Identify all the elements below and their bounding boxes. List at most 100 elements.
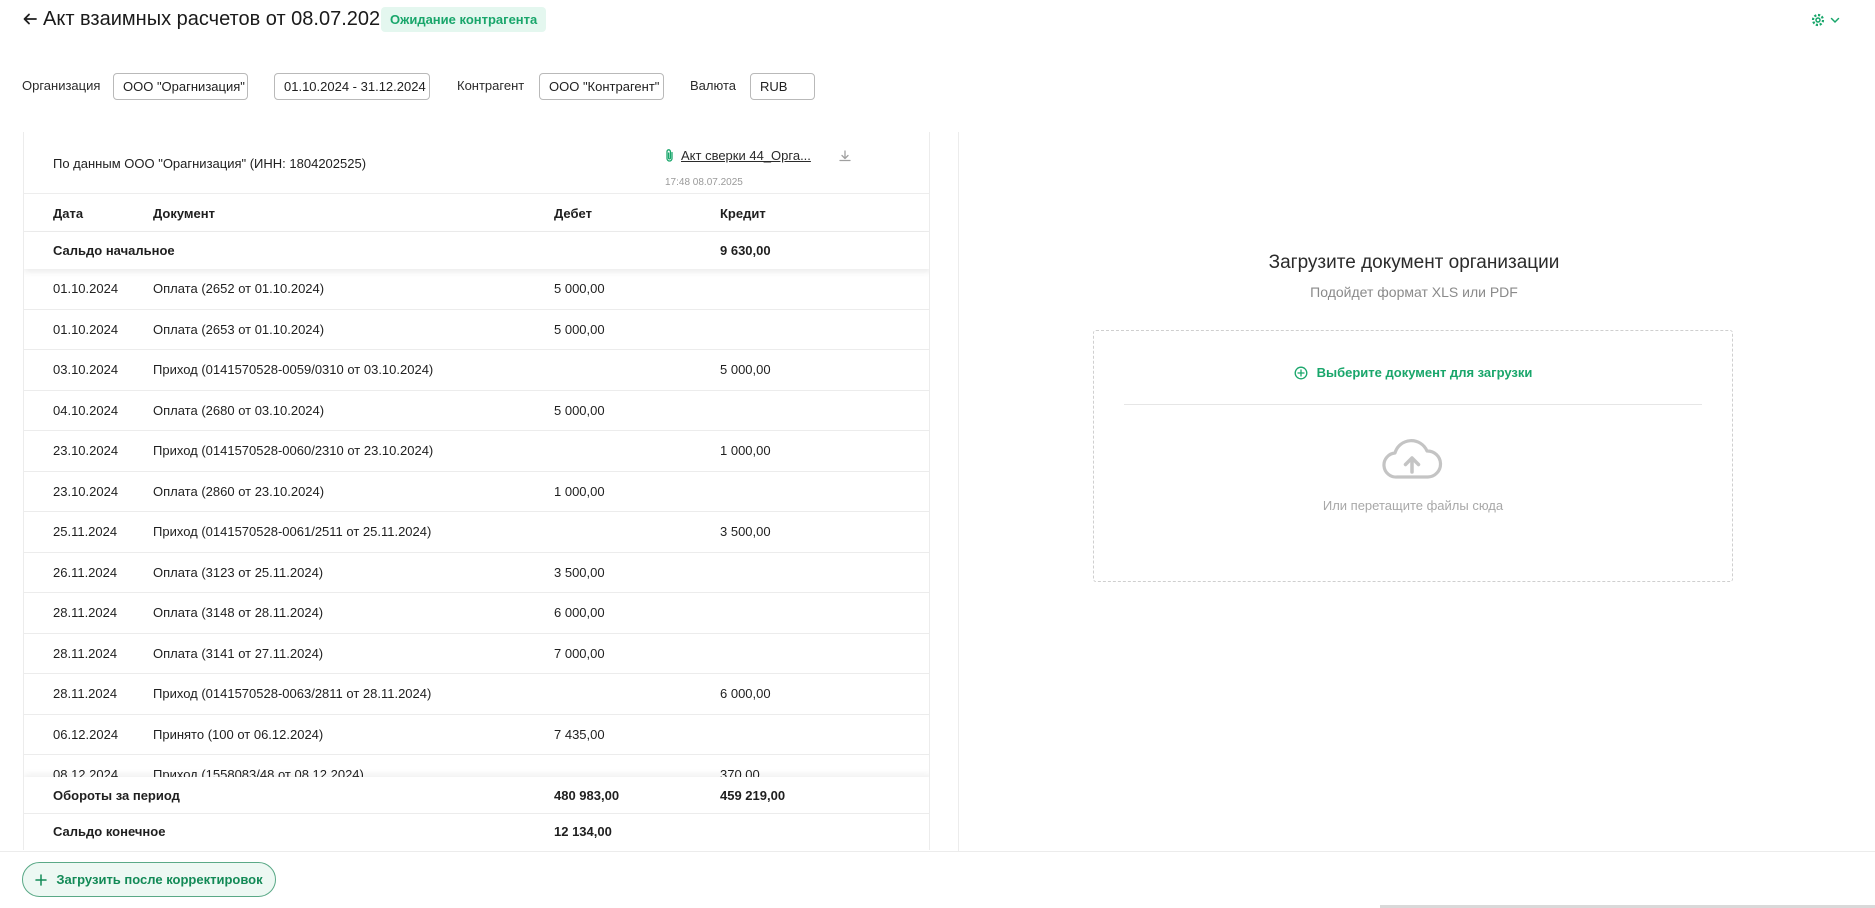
row-debit: 7 435,00 xyxy=(554,726,605,742)
download-icon[interactable] xyxy=(838,149,852,163)
page-header: Акт взаимных расчетов от 08.07.2025 Ожид… xyxy=(0,0,1875,40)
row-credit: 1 000,00 xyxy=(720,443,771,458)
column-credit: Кредит xyxy=(720,206,766,221)
table-row[interactable]: 01.10.2024 Оплата (2652 от 01.10.2024) 5 0… xyxy=(24,269,929,310)
turnover-row: Обороты за период 480 983,00 459 219,00 xyxy=(24,777,929,814)
opening-balance-row: Сальдо начальное 9 630,00 xyxy=(24,232,929,269)
table-row[interactable]: 03.10.2024 Приход (0141570528-0059/0310 о… xyxy=(24,350,929,391)
organization-label: Организация xyxy=(22,78,101,93)
opening-balance-credit: 9 630,00 xyxy=(720,243,771,258)
cloud-upload-icon xyxy=(1382,439,1443,479)
file-timestamp: 17:48 08.07.2025 xyxy=(665,177,743,188)
row-date: 28.11.2024 xyxy=(53,645,118,661)
file-link[interactable]: Акт сверки 44_Орга... xyxy=(664,148,811,163)
row-document: Оплата (3123 от 25.11.2024) xyxy=(153,564,324,580)
row-credit: 370,00 xyxy=(720,767,760,777)
row-date: 28.11.2024 xyxy=(53,686,118,701)
closing-balance-label: Сальдо конечное xyxy=(53,824,166,839)
gear-icon xyxy=(1811,13,1825,27)
table-header: Дата Документ Дебет Кредит xyxy=(24,194,929,232)
reload-button-label: Загрузить после корректировок xyxy=(56,872,263,887)
row-date: 04.10.2024 xyxy=(53,402,119,418)
drop-zone-divider xyxy=(1124,404,1702,405)
currency-select[interactable]: RUB xyxy=(750,73,815,100)
paperclip-icon xyxy=(666,149,673,162)
transactions-list[interactable]: 01.10.2024 Оплата (2652 от 01.10.2024) 5 0… xyxy=(24,269,929,777)
row-document: Приход (1558083/48 от 08.12.2024) xyxy=(153,767,364,777)
row-date: 03.10.2024 xyxy=(53,362,119,377)
row-debit: 7 000,00 xyxy=(554,645,605,661)
row-document: Приход (0141570528-0061/2511 от 25.11.20… xyxy=(153,524,432,539)
turnover-debit: 480 983,00 xyxy=(554,788,620,803)
row-debit: 5 000,00 xyxy=(554,402,605,418)
row-date: 26.11.2024 xyxy=(53,564,118,580)
column-debit: Дебет xyxy=(554,206,592,221)
row-document: Оплата (2860 от 23.10.2024) xyxy=(153,483,325,499)
row-document: Приход (0141570528-0060/2310 от 23.10.20… xyxy=(153,443,434,458)
table-row[interactable]: 01.10.2024 Оплата (2653 от 01.10.2024) 5 0… xyxy=(24,310,929,350)
file-drop-zone[interactable]: Выберите документ для загрузки Или перет… xyxy=(1093,330,1733,582)
choose-document-label: Выберите документ для загрузки xyxy=(1316,365,1533,380)
row-debit: 5 000,00 xyxy=(554,321,605,337)
table-row[interactable]: 23.10.2024 Оплата (2860 от 23.10.2024) 1 0… xyxy=(24,472,929,512)
row-document: Приход (0141570528-0059/0310 от 03.10.20… xyxy=(153,362,434,377)
settings-menu[interactable] xyxy=(1810,10,1842,30)
table-row[interactable]: 26.11.2024 Оплата (3123 от 25.11.2024) 3 5… xyxy=(24,553,929,593)
table-row[interactable]: 25.11.2024 Приход (0141570528-0061/2511 о… xyxy=(24,512,929,553)
panel-title: По данным ООО "Орагнизация" (ИНН: 180420… xyxy=(53,156,367,171)
counterparty-select[interactable]: ООО "Контрагент" xyxy=(539,73,664,100)
turnover-label: Обороты за период xyxy=(53,788,180,803)
row-document: Оплата (3148 от 28.11.2024) xyxy=(153,605,324,620)
row-date: 01.10.2024 xyxy=(53,321,119,337)
row-date: 25.11.2024 xyxy=(53,524,118,539)
column-document: Документ xyxy=(153,206,215,221)
row-credit: 3 500,00 xyxy=(720,524,771,539)
row-debit: 3 500,00 xyxy=(554,564,605,580)
upload-title: Загрузите документ организации xyxy=(1268,252,1560,273)
closing-balance-debit: 12 134,00 xyxy=(554,824,612,839)
reload-after-corrections-button[interactable]: Загрузить после корректировок xyxy=(22,862,276,897)
row-debit: 1 000,00 xyxy=(554,483,605,499)
table-row[interactable]: 04.10.2024 Оплата (2680 от 03.10.2024) 5 0… xyxy=(24,391,929,431)
closing-balance-row: Сальдо конечное 12 134,00 xyxy=(24,814,929,850)
file-name[interactable]: Акт сверки 44_Орга... xyxy=(681,148,811,163)
arrow-left-icon[interactable] xyxy=(22,11,38,27)
table-row[interactable]: 28.11.2024 Оплата (3141 от 27.11.2024) 7 0… xyxy=(24,634,929,674)
row-document: Принято (100 от 06.12.2024) xyxy=(153,726,324,742)
upload-subtitle: Подойдет формат XLS или PDF xyxy=(1310,284,1518,300)
page-title: Акт взаимных расчетов от 08.07.2025 xyxy=(43,8,392,30)
row-document: Оплата (3141 от 27.11.2024) xyxy=(153,645,324,661)
row-document: Оплата (2652 от 01.10.2024) xyxy=(153,281,325,296)
chevron-down-icon xyxy=(1830,17,1840,24)
row-debit: 5 000,00 xyxy=(554,281,605,296)
period-select[interactable]: 01.10.2024 - 31.12.2024 xyxy=(274,73,430,100)
plus-circle-icon xyxy=(1294,366,1308,379)
row-document: Приход (0141570528-0063/2811 от 28.11.20… xyxy=(153,686,432,701)
row-credit: 5 000,00 xyxy=(720,362,771,377)
row-date: 08.12.2024 xyxy=(53,767,119,777)
currency-label: Валюта xyxy=(690,78,736,93)
row-document: Оплата (2653 от 01.10.2024) xyxy=(153,321,325,337)
choose-document-button[interactable]: Выберите документ для загрузки xyxy=(1094,365,1732,380)
row-date: 06.12.2024 xyxy=(53,726,119,742)
opening-balance-label: Сальдо начальное xyxy=(53,243,175,258)
table-row[interactable]: 28.11.2024 Приход (0141570528-0063/2811 о… xyxy=(24,674,929,715)
panel-divider xyxy=(958,132,959,852)
status-badge: Ожидание контрагента xyxy=(381,7,547,32)
table-row[interactable]: 23.10.2024 Приход (0141570528-0060/2310 о… xyxy=(24,431,929,472)
counterparty-label: Контрагент xyxy=(457,78,525,93)
table-row[interactable]: 06.12.2024 Принято (100 от 06.12.2024) 7 4… xyxy=(24,715,929,755)
panel-header: По данным ООО "Орагнизация" (ИНН: 180420… xyxy=(24,132,929,194)
plus-icon xyxy=(35,873,48,886)
organization-select[interactable]: ООО "Орагнизация" xyxy=(113,73,248,100)
row-credit: 6 000,00 xyxy=(720,686,771,701)
row-debit: 6 000,00 xyxy=(554,605,605,620)
row-document: Оплата (2680 от 03.10.2024) xyxy=(153,402,325,418)
row-date: 28.11.2024 xyxy=(53,605,118,620)
row-date: 23.10.2024 xyxy=(53,443,119,458)
turnover-credit: 459 219,00 xyxy=(720,788,786,803)
column-date: Дата xyxy=(53,206,84,221)
table-row[interactable]: 08.12.2024 Приход (1558083/48 от 08.12.20… xyxy=(24,755,929,777)
row-date: 23.10.2024 xyxy=(53,483,119,499)
table-row[interactable]: 28.11.2024 Оплата (3148 от 28.11.2024) 6 0… xyxy=(24,593,929,634)
